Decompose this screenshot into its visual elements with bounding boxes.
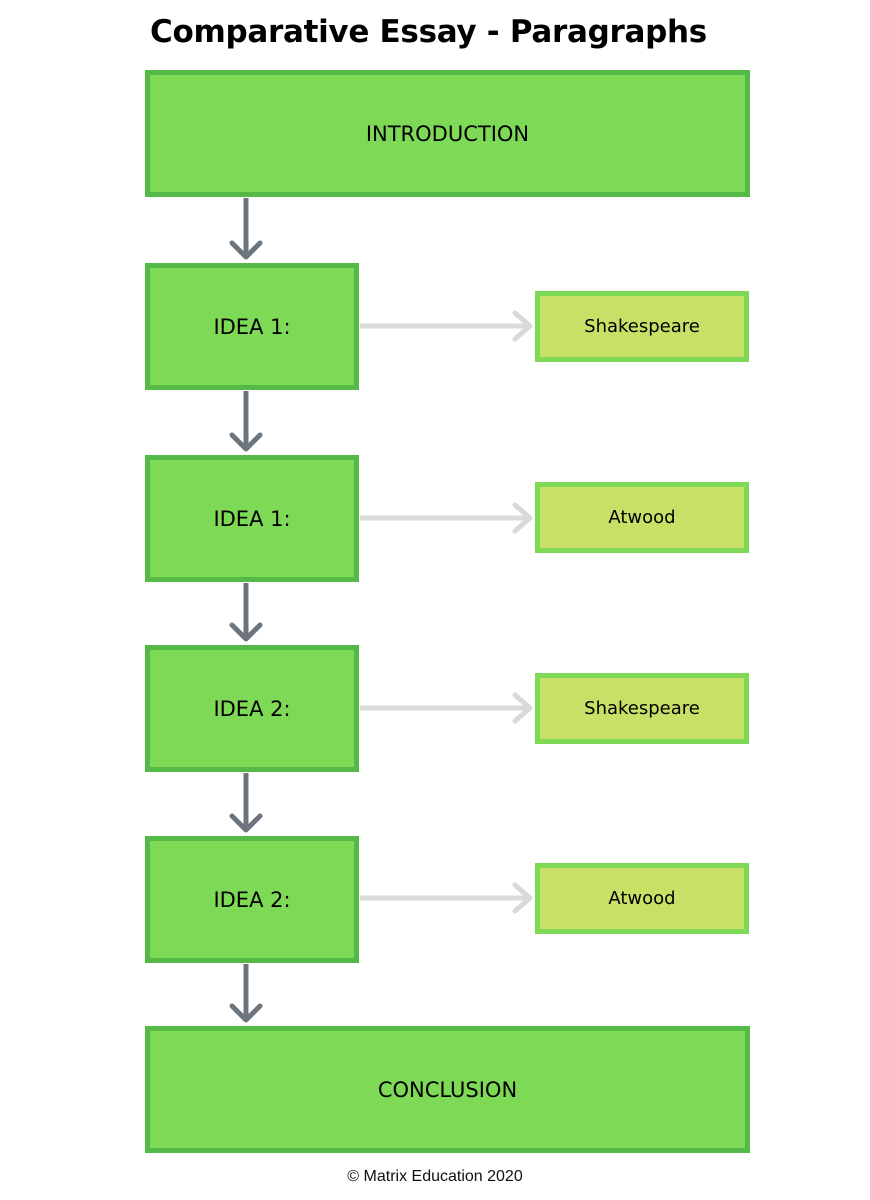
author-box: Atwood — [535, 482, 749, 553]
author-box: Shakespeare — [535, 673, 749, 744]
author-label: Shakespeare — [584, 316, 700, 337]
idea-label: IDEA 1: — [213, 506, 291, 531]
flow-arrow — [229, 198, 263, 260]
side-arrow — [360, 310, 533, 342]
copyright-footer: © Matrix Education 2020 — [347, 1168, 523, 1185]
flow-arrow — [229, 391, 263, 452]
introduction-label: INTRODUCTION — [365, 121, 530, 146]
conclusion-box: CONCLUSION — [145, 1026, 750, 1153]
side-arrow — [360, 692, 533, 724]
flow-arrow — [229, 583, 263, 642]
author-label: Shakespeare — [584, 698, 700, 719]
idea-label: IDEA 2: — [213, 887, 291, 912]
author-label: Atwood — [608, 888, 676, 909]
idea-box: IDEA 1: — [145, 455, 359, 582]
author-box: Shakespeare — [535, 291, 749, 362]
flow-arrow — [229, 964, 263, 1023]
author-label: Atwood — [608, 507, 676, 528]
side-arrow — [360, 882, 533, 914]
idea-box: IDEA 1: — [145, 263, 359, 390]
idea-box: IDEA 2: — [145, 836, 359, 963]
idea-label: IDEA 1: — [213, 314, 291, 339]
idea-label: IDEA 2: — [213, 696, 291, 721]
conclusion-label: CONCLUSION — [377, 1077, 518, 1102]
introduction-box: INTRODUCTION — [145, 70, 750, 197]
side-arrow — [360, 502, 533, 534]
author-box: Atwood — [535, 863, 749, 934]
idea-box: IDEA 2: — [145, 645, 359, 772]
flow-arrow — [229, 773, 263, 833]
